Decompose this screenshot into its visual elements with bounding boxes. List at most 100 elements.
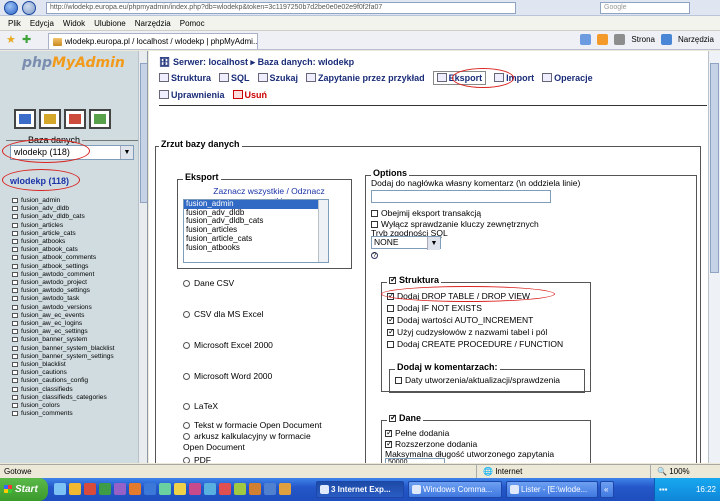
tray-icons[interactable]: ▪▪▪ [659,478,668,501]
format-csv-radio[interactable]: Dane CSV [183,278,234,288]
home-icon[interactable] [580,34,592,45]
table-list-item[interactable]: fusion_aw_ec_settings [12,328,140,336]
table-list-item[interactable]: fusion_article_cats [12,230,140,238]
quicklaunch-app-icon[interactable] [279,483,291,495]
quicklaunch-app-icon[interactable] [159,483,171,495]
menu-narzedzia[interactable]: Narzędzia [135,19,171,28]
table-list-item[interactable]: fusion_atbook_comments [12,254,140,262]
table-list-item[interactable]: fusion_atbook_settings [12,263,140,271]
table-icon[interactable] [12,222,18,228]
table-icon[interactable] [12,329,18,335]
quicklaunch-app-icon[interactable] [144,483,156,495]
format-word-radio[interactable]: Microsoft Word 2000 [183,371,272,381]
breadcrumb-server[interactable]: localhost [209,57,249,67]
export-table-select[interactable]: fusion_admin fusion_adv_dldb fusion_adv_dl… [183,199,329,263]
add-favorites-icon[interactable]: ✚ [22,34,31,46]
table-icon[interactable] [12,312,18,318]
backquotes-checkbox[interactable]: Użyj cudzysłowów z nazwami tabel i pól [387,327,547,337]
table-list-item[interactable]: fusion_aw_ec_logins [12,320,140,328]
tab-operacje[interactable]: Operacje [542,73,593,85]
table-list-item[interactable]: fusion_classifieds_categories [12,394,140,402]
feeds-icon[interactable] [597,34,609,45]
procedure-checkbox[interactable]: Dodaj CREATE PROCEDURE / FUNCTION [387,339,563,349]
favorites-star-icon[interactable]: ★ [6,34,16,46]
complete-inserts-checkbox[interactable]: Pełne dodania [385,428,449,438]
table-list-item[interactable]: fusion_classifieds [12,386,140,394]
tools-icon[interactable] [660,34,672,45]
tab-zapytanie[interactable]: Zapytanie przez przykład [306,73,425,85]
chevron-down-icon[interactable]: ▼ [120,146,133,159]
if-not-exists-checkbox[interactable]: Dodaj IF NOT EXISTS [387,303,482,313]
table-icon[interactable] [12,370,18,376]
scrollbar-thumb[interactable] [140,63,147,203]
table-icon[interactable] [12,403,18,409]
table-icon[interactable] [12,362,18,368]
quicklaunch-app-icon[interactable] [54,483,66,495]
table-icon[interactable] [12,255,18,261]
table-icon[interactable] [12,394,18,400]
quicklaunch-app-icon[interactable] [249,483,261,495]
menu-edycja[interactable]: Edycja [30,19,54,28]
quicklaunch-app-icon[interactable] [174,483,186,495]
tab-sql[interactable]: SQL [219,73,250,85]
format-latex-radio[interactable]: LaTeX [183,401,218,411]
menu-plik[interactable]: Plik [8,19,21,28]
table-icon[interactable] [12,239,18,245]
table-list-item[interactable]: fusion_atbook_cats [12,246,140,254]
table-icon[interactable] [12,386,18,392]
select-scrollbar[interactable] [318,200,328,262]
table-icon[interactable] [12,271,18,277]
quicklaunch-app-icon[interactable] [114,483,126,495]
scrollbar-thumb[interactable] [710,63,719,273]
table-icon[interactable] [12,198,18,203]
task-windows-commander[interactable]: Windows Comma... [408,481,502,498]
database-icon[interactable] [64,109,86,129]
menu-pomoc[interactable]: Pomoc [180,19,205,28]
tab-struktura[interactable]: Struktura [159,73,211,85]
quicklaunch-app-icon[interactable] [219,483,231,495]
table-icon[interactable] [12,353,18,359]
format-odt-radio[interactable]: Tekst w formacie Open Document [183,420,322,430]
docs-icon[interactable] [89,109,111,129]
task-lister[interactable]: Lister - [E:\wlode... [506,481,598,498]
auto-increment-checkbox[interactable]: Dodaj wartości AUTO_INCREMENT [387,315,533,325]
comment-input[interactable] [371,190,551,203]
table-icon[interactable] [12,378,18,384]
table-list-item[interactable]: fusion_adv_dldb_cats [12,213,140,221]
quicklaunch-app-icon[interactable] [264,483,276,495]
quicklaunch-app-icon[interactable] [84,483,96,495]
export-table-option[interactable]: fusion_atbooks [184,243,328,253]
print-icon[interactable] [614,34,626,45]
phpmyadmin-logo[interactable]: phpMyAdmin [22,55,125,71]
table-list-item[interactable]: fusion_atbooks [12,238,140,246]
back-arrow-icon[interactable] [4,1,18,15]
format-csv-excel-radio[interactable]: CSV dla MS Excel [183,309,263,319]
home-icon[interactable] [14,109,36,129]
table-list-item[interactable]: fusion_awtodo_comment [12,271,140,279]
table-list-item[interactable]: fusion_aw_ec_events [12,312,140,320]
table-icon[interactable] [12,345,18,351]
left-scrollbar[interactable] [138,51,147,463]
tab-usun[interactable]: Usuń [232,90,267,100]
table-list-item[interactable]: fusion_comments [12,410,140,418]
search-input[interactable]: Google [600,2,690,14]
start-button[interactable]: Start [0,478,48,501]
table-icon[interactable] [12,263,18,269]
quicklaunch-app-icon[interactable] [69,483,81,495]
table-icon[interactable] [12,296,18,302]
table-icon[interactable] [12,304,18,310]
chevron-down-icon[interactable]: ▼ [427,237,440,250]
table-list-item[interactable]: fusion_adv_dldb [12,205,140,213]
quicklaunch-app-icon[interactable] [234,483,246,495]
table-list-item[interactable]: fusion_cautions [12,369,140,377]
table-icon[interactable] [12,214,18,220]
transaction-checkbox[interactable]: Obejmij eksport transakcją [371,208,481,218]
page-menu[interactable]: Strona [631,35,655,44]
table-icon[interactable] [12,280,18,286]
browser-tab[interactable]: wlodekp.europa.pl / localhost / wlodekp … [48,33,258,49]
sql-query-window-icon[interactable] [39,109,61,129]
table-icon[interactable] [12,321,18,327]
maxlen-input[interactable]: 50000 [385,458,445,463]
table-list-item[interactable]: fusion_awtodo_task [12,295,140,303]
table-icon[interactable] [12,230,18,236]
